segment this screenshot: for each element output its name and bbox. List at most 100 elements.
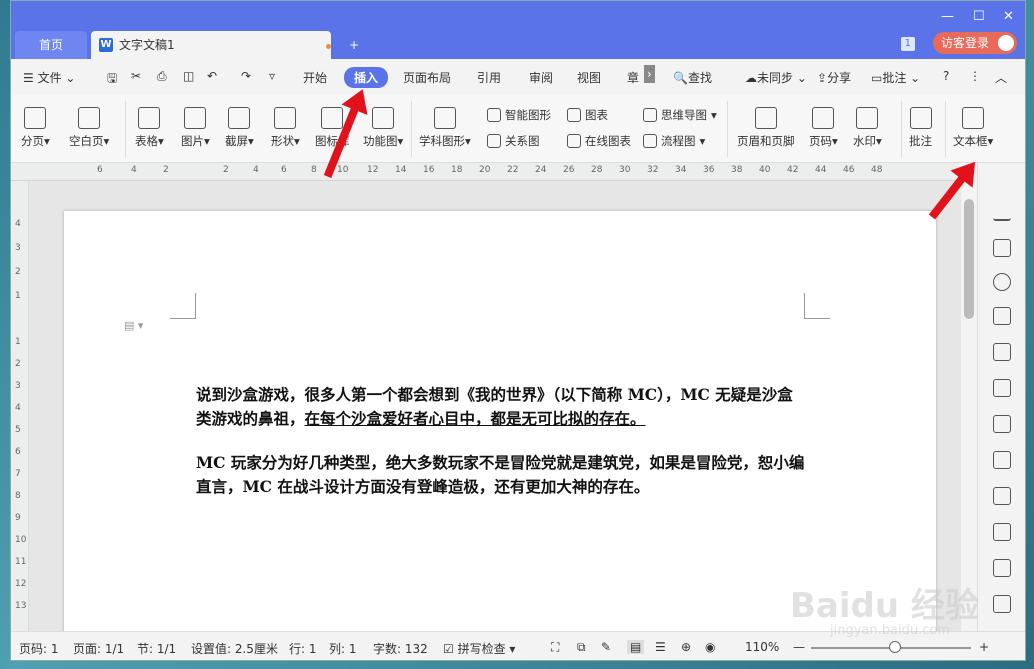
margin-corner-mark [170, 293, 196, 319]
ruler-tick: 3 [15, 243, 21, 253]
select-cursor-icon[interactable] [993, 239, 1011, 257]
mind-map-button[interactable]: 思维导图 ▾ [643, 107, 717, 123]
undo-icon[interactable]: ↶ [207, 69, 217, 83]
status-page-number[interactable]: 页码: 1 [19, 640, 59, 657]
scrollbar-thumb[interactable] [964, 199, 974, 319]
ruler-tick: 6 [281, 165, 287, 175]
more-tabs-chevron-icon[interactable]: › [644, 65, 655, 83]
maximize-icon[interactable]: ☐ [973, 9, 985, 24]
format-painter-icon[interactable]: ✂ [131, 69, 141, 83]
online-chart-button[interactable]: 在线图表 [567, 133, 631, 149]
ruler-tick: 46 [843, 165, 855, 175]
status-page[interactable]: 页面: 1/1 [73, 640, 124, 657]
guest-login-button[interactable]: 访客登录 [932, 32, 1017, 54]
zoom-out-icon[interactable]: — [793, 640, 805, 654]
image-panel-icon[interactable] [993, 487, 1011, 505]
ruler-tick: 2 [163, 165, 169, 175]
add-tab-button[interactable]: + [349, 31, 359, 59]
relation-map-button[interactable]: 关系图 [487, 133, 540, 149]
blank-page-button[interactable]: 空白页▾ [69, 107, 109, 149]
ribbon-divider [901, 101, 902, 157]
chart-label: 图表 [585, 108, 608, 122]
comment-menu-label: 批注 [882, 71, 907, 85]
zoom-level[interactable]: 110% [745, 640, 779, 654]
menu-tab-home[interactable]: 开始 [303, 69, 327, 86]
smart-shape-button[interactable]: 智能图形 [487, 107, 551, 123]
export-icon[interactable] [993, 523, 1011, 541]
share-button[interactable]: ⇪分享 [817, 69, 851, 86]
status-column[interactable]: 列: 1 [329, 640, 357, 657]
zoom-in-icon[interactable]: + [979, 640, 989, 654]
pen-icon[interactable] [993, 203, 1011, 221]
status-row[interactable]: 行: 1 [289, 640, 317, 657]
more-icon[interactable]: ⋮ [969, 69, 981, 83]
menu-tab-reference[interactable]: 引用 [477, 69, 501, 86]
table-button[interactable]: 表格▾ [135, 107, 164, 149]
bar-chart-icon[interactable] [993, 415, 1011, 433]
minimize-icon[interactable]: — [941, 9, 954, 24]
textbox-button[interactable]: 文本框▾ [953, 107, 993, 149]
close-icon[interactable]: ✕ [1003, 9, 1014, 24]
comment-menu-button[interactable]: ▭批注 ⌄ [871, 69, 920, 86]
mind-map-label: 思维导图 [661, 108, 707, 122]
edit-mode-icon[interactable]: ✎ [601, 640, 611, 654]
function-chart-button[interactable]: 功能图▾ [363, 107, 403, 149]
horizontal-ruler[interactable]: 6 4 2 2 4 6 8 10 12 14 16 18 20 22 24 26… [11, 163, 959, 181]
vertical-scrollbar[interactable] [961, 191, 975, 631]
ruler-tick: 44 [815, 165, 827, 175]
ribbon-divider [125, 101, 126, 157]
redo-icon[interactable]: ↷ [241, 69, 251, 83]
help-button[interactable]: ? [943, 69, 949, 83]
page-break-button[interactable]: 分页▾ [21, 107, 50, 149]
status-setting[interactable]: 设置值: 2.5厘米 [191, 640, 278, 657]
watermark-button[interactable]: 水印▾ [853, 107, 882, 149]
shape-button[interactable]: 形状▾ [271, 107, 300, 149]
customize-icon[interactable]: ▿ [269, 69, 275, 83]
tab-home[interactable]: 首页 [15, 31, 87, 59]
header-footer-button[interactable]: 页眉和页脚 [737, 107, 795, 149]
eye-protection-icon[interactable]: ◉ [705, 640, 715, 654]
shapes-icon[interactable] [993, 273, 1011, 291]
print-icon[interactable]: ⎙ [157, 69, 167, 84]
menu-tab-chapter[interactable]: 章 [627, 69, 639, 86]
focus-mode-icon[interactable]: ⛶ [551, 640, 559, 655]
screenshot-button[interactable]: 截屏▾ [225, 107, 254, 149]
outline-view-icon[interactable]: ☰ [655, 640, 666, 654]
menu-tab-review[interactable]: 审阅 [529, 69, 553, 86]
reading-mode-icon[interactable]: ⧉ [577, 640, 586, 655]
menu-tab-view[interactable]: 视图 [577, 69, 601, 86]
grid-apps-icon[interactable] [993, 379, 1011, 397]
page-number-button[interactable]: 页码▾ [809, 107, 838, 149]
paragraph-2[interactable]: MC 玩家分为好几种类型，绝大多数玩家不是冒险党就是建筑党，如果是冒险党，恕小编… [196, 451, 808, 499]
chart-button[interactable]: 图表 [567, 107, 608, 123]
collapse-ribbon-icon[interactable]: ︿ [995, 69, 1007, 86]
print-preview-icon[interactable]: ◫ [183, 69, 194, 83]
subject-shape-button[interactable]: 学科图形▾ [419, 107, 471, 149]
sync-button[interactable]: ☁未同步 ⌄ [745, 69, 807, 86]
picture-button[interactable]: 图片▾ [181, 107, 210, 149]
spellcheck-button[interactable]: ☑ 拼写检查 ▾ [443, 640, 515, 657]
zoom-slider-handle[interactable] [889, 641, 901, 653]
window-count-badge[interactable]: 1 [900, 37, 915, 51]
tab-document[interactable]: W 文字文稿1 [91, 31, 331, 59]
status-section[interactable]: 节: 1/1 [137, 640, 176, 657]
paragraph-layout-icon[interactable]: ▤ ▾ [124, 319, 143, 332]
document-page[interactable]: ▤ ▾ 说到沙盒游戏，很多人第一个都会想到《我的世界》（以下简称 MC），MC … [64, 211, 936, 641]
web-view-icon[interactable]: ⊕ [681, 640, 691, 654]
menu-tab-layout[interactable]: 页面布局 [403, 69, 451, 86]
menu-file[interactable]: ☰ 文件 ⌄ [23, 69, 75, 86]
fill-icon[interactable] [993, 307, 1011, 325]
translate-icon[interactable] [993, 559, 1011, 577]
archive-icon[interactable] [993, 595, 1011, 613]
document-body[interactable]: 说到沙盒游戏，很多人第一个都会想到《我的世界》（以下简称 MC），MC 无疑是沙… [196, 383, 808, 519]
flowchart-button[interactable]: 流程图 ▾ [643, 133, 705, 149]
vertical-ruler[interactable]: 4 3 2 1 1 2 3 4 5 6 7 8 9 10 11 12 13 [11, 181, 29, 631]
adjust-sliders-icon[interactable] [993, 451, 1011, 469]
page-view-icon[interactable]: ▤ [627, 640, 645, 654]
paragraph-1[interactable]: 说到沙盒游戏，很多人第一个都会想到《我的世界》（以下简称 MC），MC 无疑是沙… [196, 383, 808, 431]
save-icon[interactable]: 🖫 [107, 69, 117, 90]
comment-button[interactable]: 批注 [909, 107, 932, 149]
status-word-count[interactable]: 字数: 132 [373, 640, 428, 657]
search-button[interactable]: 🔍查找 [673, 69, 712, 86]
table-panel-icon[interactable] [993, 343, 1011, 361]
